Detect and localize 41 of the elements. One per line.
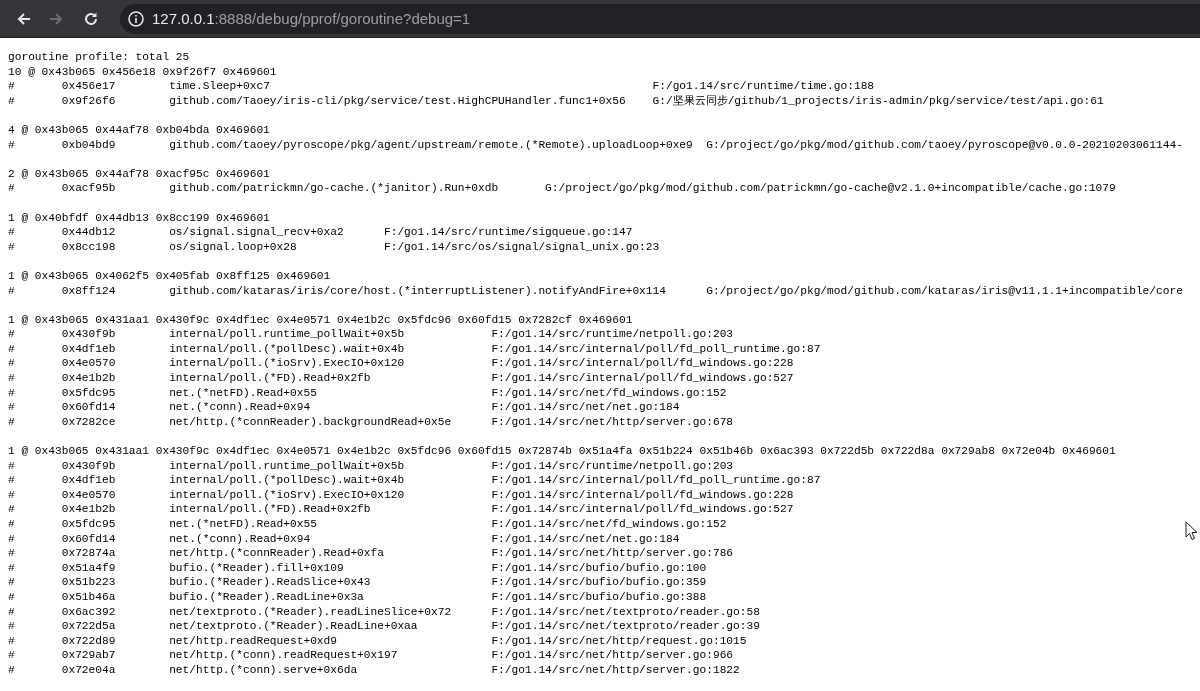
stack-header: 1 @ 0x43b065 0x431aa1 0x430f9c 0x4df1ec 0x4e0571 0x4e1b2c 0x5fdc96 0x60fd15 0x7282cf 0x469601: [8, 312, 633, 328]
stack-frame: # 0x51b46a bufio.(*Reader).ReadLine+0x3a F:/go1.14/src/bufio/bufio.go:388: [8, 589, 707, 605]
stack-frame: # 0x4e1b2b internal/poll.(*FD).Read+0x2fb F:/go1.14/src/internal/poll/fd_windows.go:527: [8, 502, 794, 517]
stack-frame: # 0x722d89 net/http.readRequest+0xd9 F:/go1.14/src/net/http/request.go:1015: [8, 633, 747, 649]
stack-frame: # 0x5fdc95 net.(*netFD).Read+0x55 F:/go1.14/src/net/fd_windows.go:152: [8, 517, 727, 532]
stack-header: 1 @ 0x40bfdf 0x44db13 0x8cc199 0x469601: [8, 210, 270, 226]
stack-frame: # 0x729ab7 net/http.(*conn).readRequest+0x197 F:/go1.14/src/net/http/server.go:966: [8, 648, 734, 663]
stack-frame: # 0x60fd14 net.(*conn).Read+0x94 F:/go1.14/src/net/net.go:184: [8, 531, 680, 547]
cursor-icon: [1185, 521, 1198, 541]
stack-frame: # 0x44db12 os/signal.signal_recv+0xa2 F:/go1.14/src/runtime/sigqueue.go:147: [8, 225, 633, 240]
stack-frame: # 0x7282ce net/http.(*connReader).backgroundRead+0x5e F:/go1.14/src/net/http/server.go:678: [8, 414, 734, 430]
stack-header: 1 @ 0x43b065 0x4062f5 0x405fab 0x8ff125 0x469601: [8, 268, 331, 284]
stack-frame: # 0x60fd14 net.(*conn).Read+0x94 F:/go1.14/src/net/net.go:184: [8, 400, 680, 415]
stack-frame: # 0x6ac392 net/textproto.(*Reader).readLineSlice+0x72 F:/go1.14/src/net/textproto/reader.go:58: [8, 604, 760, 620]
stack-header: 10 @ 0x43b065 0x456e18 0x9f26f7 0x469601: [8, 64, 277, 80]
stack-frame: # 0x722d5a net/textproto.(*Reader).ReadLine+0xaa F:/go1.14/src/net/textproto/reader.go:39: [8, 619, 760, 634]
stack-frame: # 0x430f9b internal/poll.runtime_pollWait+0x5b F:/go1.14/src/runtime/netpoll.go:203: [8, 458, 734, 474]
stack-frame: # 0x4e1b2b internal/poll.(*FD).Read+0x2fb F:/go1.14/src/internal/poll/fd_windows.go:527: [8, 371, 794, 386]
address-bar[interactable]: 127.0.0.1:8888/debug/pprof/goroutine?debug=1: [120, 3, 1200, 34]
stack-frame: # 0x51a4f9 bufio.(*Reader).fill+0x109 F:/go1.14/src/bufio/bufio.go:100: [8, 560, 707, 576]
stack-header: 1 @ 0x43b065 0x431aa1 0x430f9c 0x4df1ec 0x4e0571 0x4e1b2c 0x5fdc96 0x60fd15 0x72874b 0x51a4fa 0x51b224 0x51b46b 0x6ac393 0x722d5b 0x722d8a 0x729ab8 0x72e04b 0x469601: [8, 444, 1116, 459]
stack-frame: # 0x51b223 bufio.(*Reader).ReadSlice+0x43 F:/go1.14/src/bufio/bufio.go:359: [8, 575, 707, 590]
profile-title: goroutine profile: total 25: [8, 50, 190, 65]
info-icon: [128, 10, 144, 27]
stack-frame: # 0xacf95b github.com/patrickmn/go-cache.(*janitor).Run+0xdb G:/project/go/pkg/mod/github.com/patrickmn/go-cache@v2.1.0+incompatible/cache.go:1079: [8, 181, 1116, 196]
stack-frame: # 0x4e0570 internal/poll.(*ioSrv).ExecIO+0x120 F:/go1.14/src/internal/poll/fd_windows.go:228: [8, 487, 794, 503]
stack-frame: # 0x4df1eb internal/poll.(*pollDesc).wait+0x4b F:/go1.14/src/internal/poll/fd_poll_runtime.go:87: [8, 473, 821, 488]
stack-frame: # 0x4e0570 internal/poll.(*ioSrv).ExecIO+0x120 F:/go1.14/src/internal/poll/fd_windows.go:228: [8, 356, 794, 372]
stack-frame: # 0x430f9b internal/poll.runtime_pollWait+0x5b F:/go1.14/src/runtime/netpoll.go:203: [8, 327, 734, 342]
stack-header: 2 @ 0x43b065 0x44af78 0xacf95c 0x469601: [8, 166, 270, 182]
url-text: 127.0.0.1:8888/debug/pprof/goroutine?debug=1: [152, 10, 471, 27]
stack-frame: # 0x5fdc95 net.(*netFD).Read+0x55 F:/go1.14/src/net/fd_windows.go:152: [8, 385, 727, 401]
stack-header: 4 @ 0x43b065 0x44af78 0xb04bda 0x469601: [8, 122, 270, 138]
stack-frame: # 0x72e04a net/http.(*conn).serve+0x6da F:/go1.14/src/net/http/server.go:1822: [8, 662, 740, 678]
stack-frame: # 0xb04bd9 github.com/taoey/pyroscope/pkg/agent/upstream/remote.(*Remote).uploadLoop+0xe9 G:/project/go/pkg/mod/github.com/taoey/pyroscope@v0.0.0-20210203061144-: [8, 137, 1183, 153]
stack-frame: # 0x8ff124 github.com/kataras/iris/core/host.(*interruptListener).notifyAndFire+0x114 G:/project/go/pkg/mod/github.com/kataras/iris@v11.1.1+incompatible/core: [8, 283, 1183, 299]
stack-frame: # 0x9f26f6 github.com/Taoey/iris-cli/pkg/service/test.HighCPUHandler.func1+0x56 G:/坚果云同步/github/1_projects/iris-admin/pkg/service/test/api.go:61: [8, 93, 1104, 109]
stack-frame: # 0x4df1eb internal/poll.(*pollDesc).wait+0x4b F:/go1.14/src/internal/poll/fd_poll_runtime.go:87: [8, 341, 821, 357]
stack-frame: # 0x456e17 time.Sleep+0xc7 F:/go1.14/src/runtime/time.go:188: [8, 79, 875, 94]
stack-frame: # 0x72874a net/http.(*connReader).Read+0xfa F:/go1.14/src/net/http/server.go:786: [8, 546, 734, 561]
stack-frame: # 0x8cc198 os/signal.loop+0x28 F:/go1.14/src/os/signal/signal_unix.go:23: [8, 239, 660, 255]
